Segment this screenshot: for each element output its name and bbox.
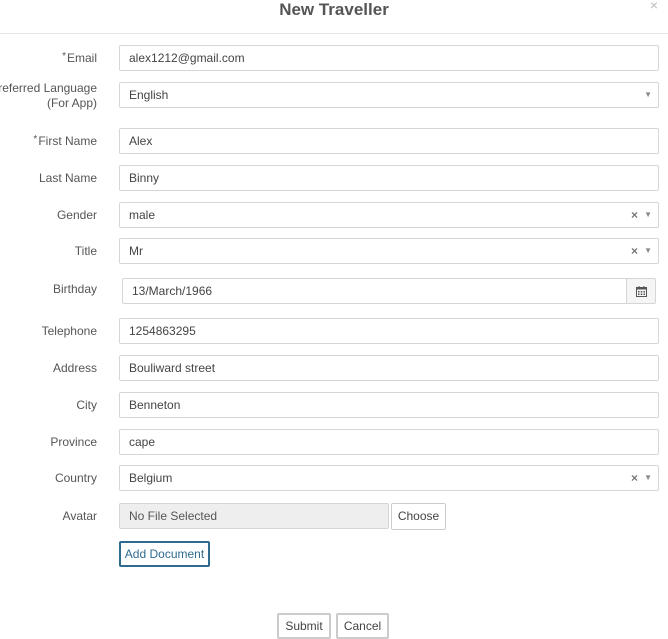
title-select[interactable]: Mr × ▼ <box>119 238 659 264</box>
city-field[interactable]: Benneton <box>119 392 659 418</box>
avatar-label: Avatar <box>62 509 97 523</box>
add-document-button[interactable]: Add Document <box>119 541 210 567</box>
telephone-row: Telephone 1254863295 <box>0 318 668 344</box>
clear-icon[interactable]: × <box>631 466 638 490</box>
choose-file-button[interactable]: Choose <box>391 503 446 530</box>
first-name-row: *First Name Alex <box>0 128 668 154</box>
last-name-row: Last Name Binny <box>0 165 668 191</box>
address-label: Address <box>52 361 97 375</box>
city-row: City Benneton <box>0 392 668 418</box>
country-label: Country <box>54 471 97 485</box>
first-name-label-text: First Name <box>38 134 97 148</box>
preferred-language-select[interactable]: English ▼ <box>119 82 659 108</box>
cancel-button[interactable]: Cancel <box>336 613 389 639</box>
first-name-field[interactable]: Alex <box>119 128 659 154</box>
title-label: Title <box>74 244 97 258</box>
preferred-language-value: English <box>129 88 169 102</box>
gender-row: Gender male × ▼ <box>0 202 668 228</box>
modal-title: New Traveller <box>279 0 389 19</box>
required-marker: * <box>62 51 66 62</box>
email-label: *Email <box>62 51 97 65</box>
preferred-language-label: Preferred Language (For App) <box>0 81 97 110</box>
province-field[interactable]: cape <box>119 429 659 455</box>
chevron-down-icon[interactable]: ▼ <box>644 83 652 107</box>
submit-button[interactable]: Submit <box>277 613 331 639</box>
email-field[interactable]: alex1212@gmail.com <box>119 45 659 71</box>
province-row: Province cape <box>0 429 668 455</box>
first-name-label: *First Name <box>33 134 97 148</box>
clear-icon[interactable]: × <box>631 203 638 227</box>
email-row: *Email alex1212@gmail.com <box>0 45 668 71</box>
birthday-field[interactable]: 13/March/1966 <box>122 278 627 304</box>
chevron-down-icon[interactable]: ▼ <box>644 466 652 490</box>
header-divider <box>0 33 668 34</box>
country-select[interactable]: Belgium × ▼ <box>119 465 659 491</box>
email-label-text: Email <box>66 51 97 65</box>
country-row: Country Belgium × ▼ <box>0 465 668 491</box>
title-row: Title Mr × ▼ <box>0 238 668 264</box>
chevron-down-icon[interactable]: ▼ <box>644 239 652 263</box>
gender-select[interactable]: male × ▼ <box>119 202 659 228</box>
city-label: City <box>76 398 97 412</box>
address-row: Address Bouliward street <box>0 355 668 381</box>
birthday-label: Birthday <box>52 282 97 296</box>
country-value: Belgium <box>129 471 173 485</box>
clear-icon[interactable]: × <box>631 239 638 263</box>
title-value: Mr <box>129 244 143 258</box>
province-label: Province <box>50 435 97 449</box>
last-name-field[interactable]: Binny <box>119 165 659 191</box>
calendar-button[interactable] <box>626 278 656 304</box>
calendar-icon <box>635 285 647 297</box>
avatar-row: Avatar No File Selected Choose <box>0 503 668 530</box>
required-marker: * <box>33 134 38 145</box>
gender-value: male <box>129 208 156 222</box>
gender-label: Gender <box>56 208 97 222</box>
birthday-row: Birthday 13/March/1966 <box>0 278 668 304</box>
telephone-label: Telephone <box>41 324 97 338</box>
close-icon[interactable]: × <box>650 0 658 13</box>
last-name-label: Last Name <box>38 171 97 185</box>
telephone-field[interactable]: 1254863295 <box>119 318 659 344</box>
avatar-file-field: No File Selected <box>119 503 389 529</box>
address-field[interactable]: Bouliward street <box>119 355 659 381</box>
preferred-language-row: Preferred Language (For App) English ▼ <box>0 81 668 110</box>
chevron-down-icon[interactable]: ▼ <box>644 203 652 227</box>
